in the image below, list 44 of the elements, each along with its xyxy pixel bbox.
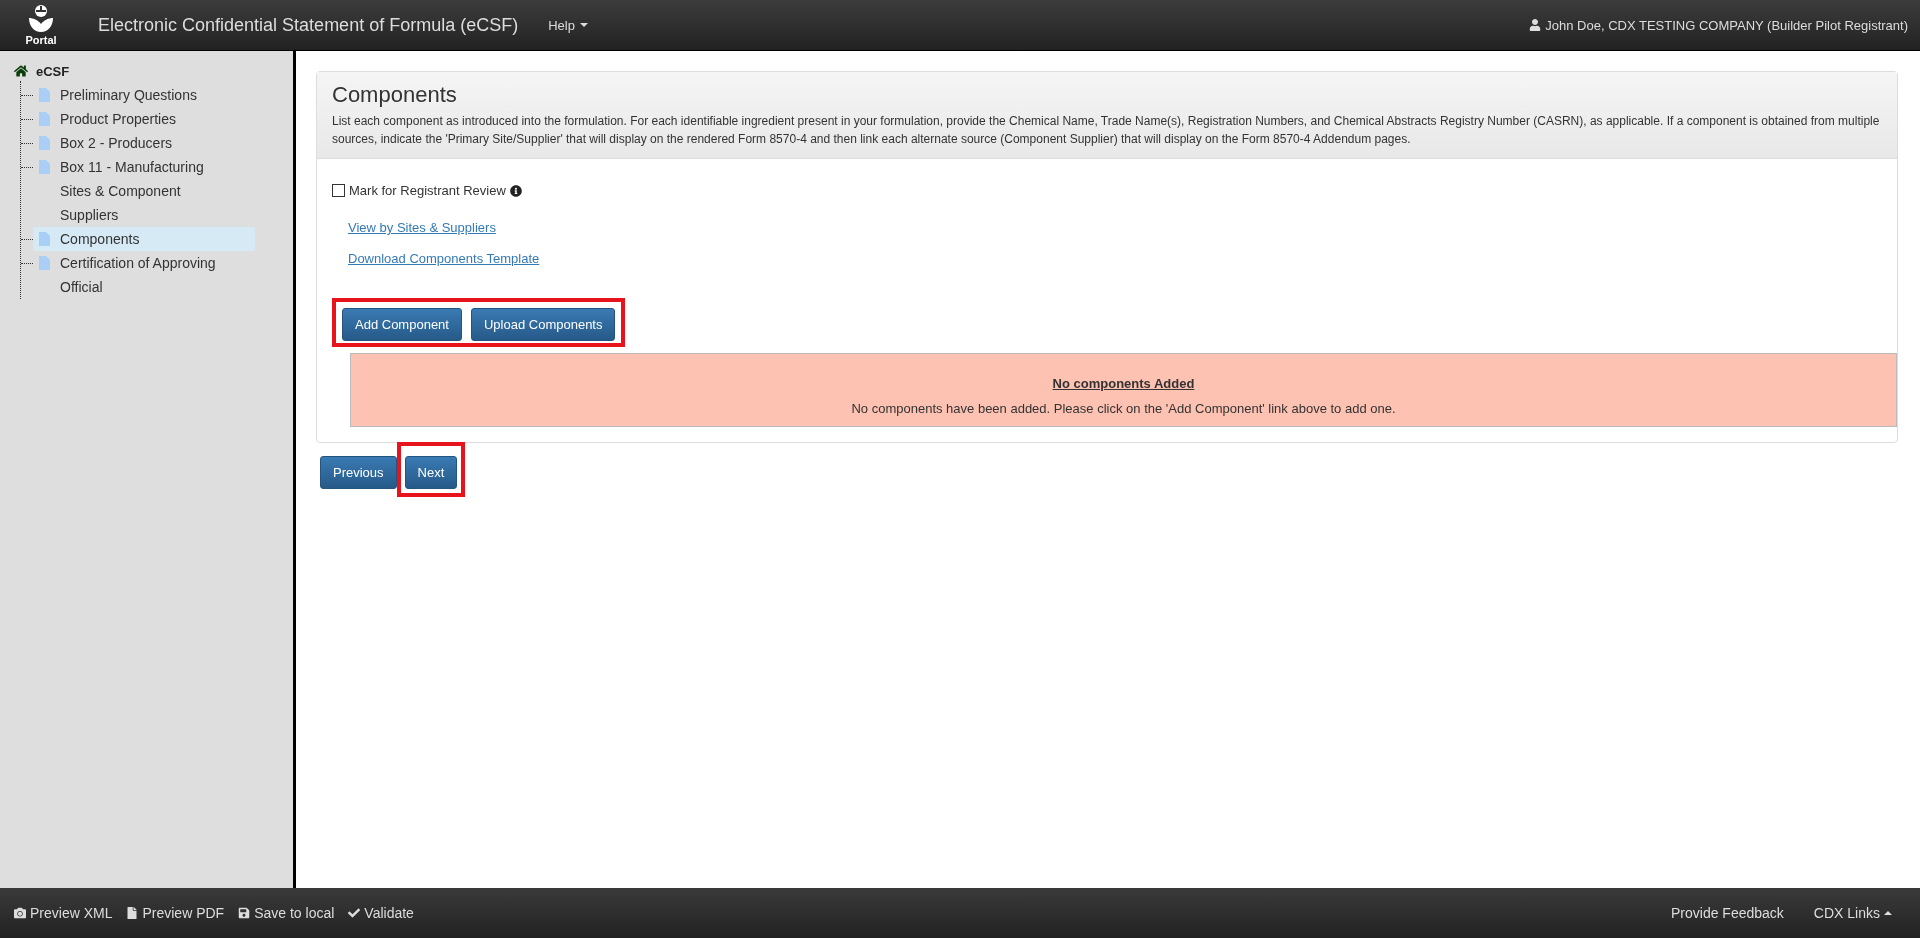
sidebar-item[interactable]: Box 11 - Manufacturing Sites & Component Suppliers: [33, 155, 255, 227]
document-icon: [39, 232, 50, 246]
user-icon: [1529, 19, 1542, 31]
footer-link[interactable]: Preview XML: [14, 905, 113, 921]
panel-description: List each component as introduced into the formulation. For each identifiable ingredient present in your formulation, provide the Chemical Name, Trade Name(s), Registration Numbers, and Chemical Abstracts Registry Number (CASRN), as applicable. If a component is obtained from multiple sources, indicate the 'Primary Site/Supplier' that will display on the rendered Form 8570-4 and then link each alternate source (Component Supplier) that will display on the Form 8570-4 Addendum pages.: [332, 113, 1881, 148]
info-icon: [509, 184, 522, 197]
panel-title: Components: [332, 82, 458, 108]
checkbox[interactable]: [332, 184, 345, 197]
document-icon: [39, 88, 50, 102]
sidebar-item[interactable]: Components: [33, 227, 255, 251]
document-icon: [39, 136, 50, 150]
footer-link[interactable]: Validate: [348, 905, 414, 921]
footer-link[interactable]: Preview PDF: [126, 905, 225, 921]
action-button[interactable]: Upload Components: [470, 308, 616, 341]
user-name: John Doe, CDX TESTING COMPANY (Builder Pilot Registrant): [1545, 17, 1908, 33]
sidebar-item[interactable]: Product Properties: [33, 107, 255, 131]
logo-text: Portal: [25, 34, 57, 46]
camera-icon: [14, 907, 26, 919]
help-menu[interactable]: Help: [548, 17, 588, 33]
nav-button[interactable]: Previous: [320, 456, 397, 489]
footer-link[interactable]: Provide Feedback: [1671, 905, 1784, 921]
alert-message: No components have been added. Please click on the 'Add Component' link above to add one.: [851, 401, 1396, 416]
logo-icon: [26, 4, 56, 34]
document-icon: [39, 256, 50, 270]
sidebar-item[interactable]: Box 2 - Producers: [33, 131, 255, 155]
file-icon: [126, 907, 139, 919]
link[interactable]: View by Sites & Suppliers: [348, 220, 496, 235]
footer-link[interactable]: Save to local: [238, 905, 335, 921]
caret-icon: [579, 23, 588, 27]
document-icon: [39, 160, 50, 174]
app-title: Electronic Confidential Statement of Formula (eCSF): [98, 14, 519, 36]
action-button[interactable]: Add Component: [342, 308, 462, 341]
sidebar-item[interactable]: Preliminary Questions: [33, 83, 255, 107]
checkmark-icon: [348, 907, 361, 919]
document-icon: [39, 112, 50, 126]
footer-link[interactable]: CDX Links: [1813, 905, 1892, 921]
caret-icon: [1884, 911, 1892, 915]
nav-button[interactable]: Next: [404, 456, 458, 489]
tree-root[interactable]: eCSF: [36, 63, 70, 79]
checkbox-label: Mark for Registrant Review: [349, 183, 506, 198]
home-icon: [14, 64, 28, 78]
sidebar-item[interactable]: Certification of Approving Official: [33, 251, 255, 299]
alert-title: No components Added: [1052, 376, 1195, 391]
link[interactable]: Download Components Template: [348, 251, 540, 266]
